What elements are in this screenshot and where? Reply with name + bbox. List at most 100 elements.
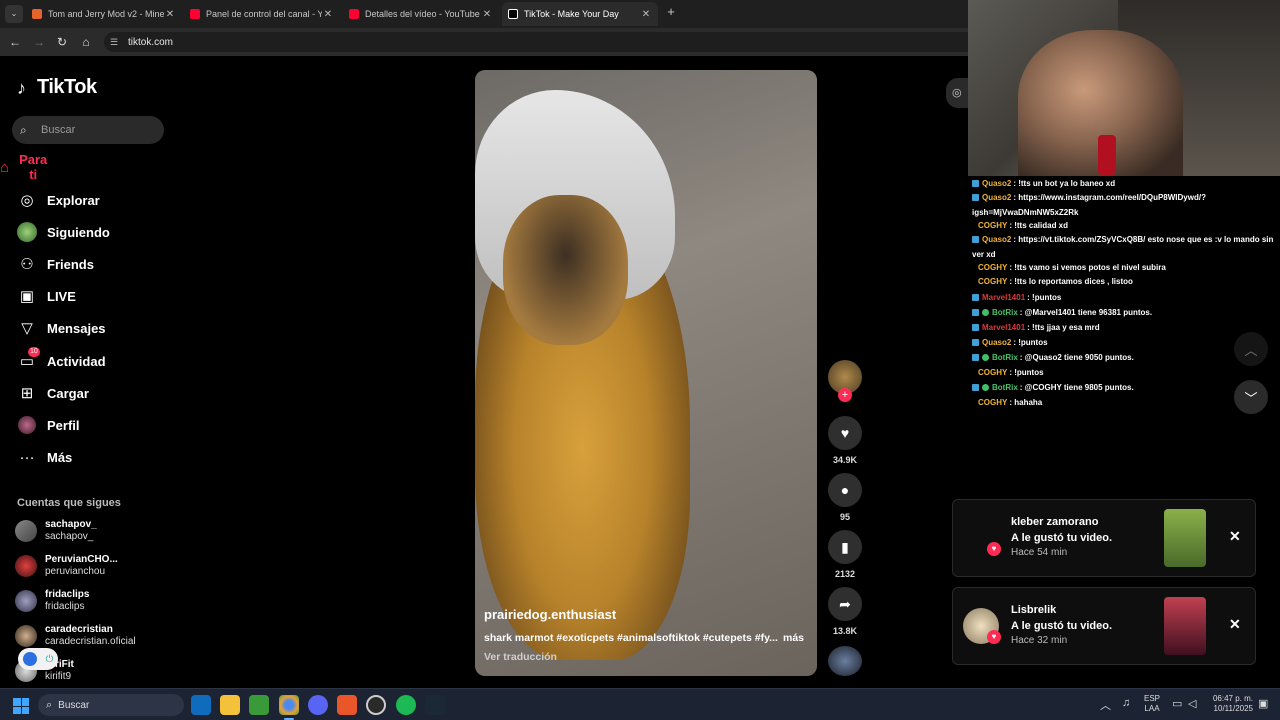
outlook-icon[interactable]	[191, 695, 211, 715]
follow-plus-icon[interactable]: +	[838, 388, 852, 402]
video-thumbnail[interactable]	[1164, 597, 1206, 655]
chat-message: COGHY: hahaha	[972, 395, 1278, 410]
system-clock[interactable]: 06:47 p. m. 10/11/2025	[1205, 694, 1253, 714]
video-player[interactable]: prairiedog.enthusiast shark marmot #exot…	[475, 70, 817, 676]
avatar	[15, 555, 37, 577]
close-tab-icon[interactable]: ✕	[164, 9, 176, 20]
network-icon[interactable]: ▭	[1172, 697, 1182, 710]
following-account[interactable]: caradecristian caradecristian.oficial	[15, 624, 136, 648]
volume-icon[interactable]: ◁	[1188, 697, 1196, 710]
like-notification[interactable]: ♥ kleber zamorano A le gustó tu video. H…	[952, 499, 1256, 577]
browser-tab[interactable]: Detalles del vídeo - YouTube Studio ✕	[343, 2, 499, 26]
keyboard-layout: LAA	[1144, 704, 1160, 713]
sidebar-item-friends[interactable]: ⚇ Friends	[17, 253, 94, 275]
minecraft-icon[interactable]	[249, 695, 269, 715]
address-bar[interactable]: ☰ tiktok.com	[104, 32, 968, 52]
chat-text: : !puntos	[1013, 338, 1048, 347]
translate-link[interactable]: Ver traducción	[484, 651, 557, 663]
following-account[interactable]: sachapov_ sachapov_	[15, 519, 97, 543]
bot-badge-icon	[982, 384, 989, 391]
sidebar-item-label: Explorar	[47, 192, 100, 208]
avatar	[15, 520, 37, 542]
following-account[interactable]: PeruvianCHO... peruvianchou	[15, 554, 118, 578]
close-tab-icon[interactable]: ✕	[640, 9, 652, 20]
sidebar-item-mensajes[interactable]: ▽ Mensajes	[17, 317, 106, 339]
tab-title: TikTok - Make Your Day	[524, 9, 619, 19]
account-name: fridaclips	[45, 589, 90, 600]
platform-badge-icon	[972, 309, 979, 316]
forward-icon[interactable]: →	[32, 35, 46, 49]
share-button[interactable]: ➦ 13.8K	[826, 587, 864, 636]
sidebar-item-para-ti[interactable]: ⌂ Para ti	[0, 152, 47, 182]
previous-video-button[interactable]: ︿	[1234, 332, 1268, 366]
back-icon[interactable]: ←	[8, 35, 22, 49]
home-icon[interactable]: ⌂	[79, 35, 93, 49]
next-video-button[interactable]: ﹀	[1234, 380, 1268, 414]
tray-chevron-up-icon[interactable]: ︿	[1100, 697, 1111, 713]
friends-icon: ⚇	[20, 256, 34, 273]
sidebar-item-explorar[interactable]: ◎ Explorar	[17, 189, 100, 211]
save-button[interactable]: ▮ 2132	[826, 530, 864, 579]
close-tab-icon[interactable]: ✕	[481, 9, 493, 20]
more-link[interactable]: más	[783, 632, 804, 644]
account-name: PeruvianCHO...	[45, 554, 118, 565]
notification-message: A le gustó tu video.	[1011, 532, 1113, 544]
notification-center-icon[interactable]: ▣	[1258, 697, 1268, 710]
steam-icon[interactable]	[425, 695, 445, 715]
sidebar-item-actividad[interactable]: ▭ 10 Actividad	[17, 347, 106, 372]
music-disc-icon[interactable]	[828, 646, 862, 676]
power-icon: ⏻	[45, 653, 54, 665]
following-avatar-icon	[17, 222, 37, 242]
tiktok-logo[interactable]: ♪ TikTok	[17, 76, 97, 99]
chat-username: Marvel1401	[982, 293, 1026, 302]
play-icon	[22, 652, 37, 666]
like-notification[interactable]: ♥ Lisbrelik A le gustó tu video. Hace 32…	[952, 587, 1256, 665]
obs-icon[interactable]	[366, 695, 386, 715]
search-input[interactable]: ⌕ Buscar	[12, 116, 164, 144]
chat-message: Quaso2: https://www.instagram.com/reel/D…	[972, 190, 1278, 220]
video-thumbnail[interactable]	[1164, 509, 1206, 567]
spotify-icon[interactable]	[396, 695, 416, 715]
sidebar-item-perfil[interactable]: Perfil	[17, 414, 80, 436]
sidebar-item-siguiendo[interactable]: Siguiendo	[17, 221, 110, 243]
close-icon[interactable]: ✕	[1229, 616, 1241, 633]
sidebar-item-label: Perfil	[47, 417, 80, 433]
comment-button[interactable]: ● 95	[826, 473, 864, 522]
site-info-icon[interactable]: ☰	[110, 37, 124, 48]
sidebar-item-label: Mensajes	[47, 320, 106, 336]
reload-icon[interactable]: ↻	[55, 35, 69, 49]
video-author[interactable]: prairiedog.enthusiast	[484, 607, 616, 622]
sidebar-item-cargar[interactable]: ⊞ Cargar	[17, 382, 89, 404]
windows-taskbar: ⌕ Buscar ︿ ♫ ESP LAA ▭ ◁ 06:47 p. m. 10/…	[0, 688, 1280, 720]
search-icon: ⌕	[46, 698, 53, 711]
browser-tab-active[interactable]: TikTok - Make Your Day ✕	[502, 2, 658, 26]
sidebar-item-mas[interactable]: ··· Más	[17, 446, 73, 468]
account-handle: kirifit9	[45, 671, 72, 682]
new-tab-icon[interactable]: +	[664, 5, 678, 19]
brave-icon[interactable]	[337, 695, 357, 715]
upload-icon: ⊞	[20, 385, 34, 402]
close-tab-icon[interactable]: ✕	[322, 9, 334, 20]
sidebar-item-live[interactable]: ▣ LIVE	[17, 285, 76, 307]
taskbar-search[interactable]: ⌕ Buscar	[38, 694, 184, 716]
tab-list-button[interactable]: ⌄	[5, 5, 23, 23]
microphone-tray-icon[interactable]: ♫	[1122, 697, 1130, 709]
windows-start-icon[interactable]	[13, 698, 29, 714]
file-explorer-icon[interactable]	[220, 695, 240, 715]
language-indicator[interactable]: ESP LAA	[1144, 694, 1160, 714]
chat-username: BotRix	[992, 353, 1018, 362]
discord-icon[interactable]	[308, 695, 328, 715]
platform-badge-icon	[972, 339, 979, 346]
following-account[interactable]: fridaclips fridaclips	[15, 589, 89, 613]
like-button[interactable]: ♥ 34.9K	[826, 416, 864, 465]
close-icon[interactable]: ✕	[1229, 528, 1241, 545]
heart-icon: ♥	[987, 630, 1001, 644]
side-panel-icon[interactable]: ◎	[946, 78, 968, 108]
browser-tab[interactable]: Panel de control del canal - YouTube ✕	[184, 2, 340, 26]
youtube-favicon-icon	[349, 9, 359, 19]
browser-tab[interactable]: Tom and Jerry Mod v2 - Minecraft ✕	[26, 2, 182, 26]
following-section-title: Cuentas que sigues	[17, 497, 121, 509]
chrome-icon[interactable]	[279, 695, 299, 720]
floating-app-button[interactable]: ⏻	[18, 648, 58, 670]
tab-title: Panel de control del canal - YouTube	[206, 9, 322, 19]
